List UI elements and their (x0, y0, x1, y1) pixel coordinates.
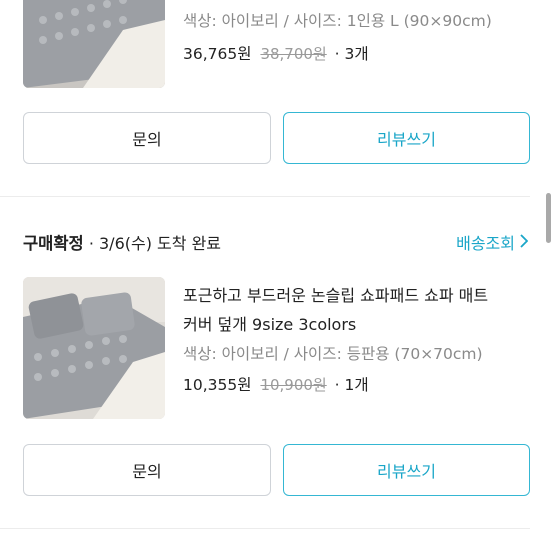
product-thumbnail[interactable] (23, 0, 165, 88)
item-price-row: 36,765원 38,700원 · 3개 (183, 42, 369, 64)
item-quantity: · 1개 (334, 376, 369, 394)
write-review-button[interactable]: 리뷰쓰기 (283, 112, 530, 164)
item-option: 색상: 아이보리 / 사이즈: 1인용 L (90×90cm) (183, 12, 492, 30)
section-divider (0, 196, 530, 197)
inquiry-button[interactable]: 문의 (23, 112, 271, 164)
track-shipment-label: 배송조회 (456, 234, 515, 253)
item-price: 36,765원 (183, 45, 252, 63)
product-thumbnail[interactable] (23, 277, 165, 419)
track-shipment-link[interactable]: 배송조회 (456, 230, 529, 254)
item-quantity: · 3개 (334, 45, 369, 63)
product-title-line-2[interactable]: 커버 덮개 9size 3colors (183, 311, 356, 335)
inquiry-button[interactable]: 문의 (23, 444, 271, 496)
section-divider (0, 528, 530, 529)
write-review-button[interactable]: 리뷰쓰기 (283, 444, 530, 496)
chevron-right-icon (519, 233, 529, 252)
sofa-pad-image (23, 0, 165, 88)
scrollbar-thumb[interactable] (546, 193, 551, 243)
item-price-row: 10,355원 10,900원 · 1개 (183, 373, 369, 395)
order-status-detail: · 3/6(수) 도착 완료 (88, 234, 222, 253)
order-status: 구매확정 (23, 234, 84, 253)
order-status-row: 구매확정 · 3/6(수) 도착 완료 배송조회 (23, 230, 529, 254)
item-original-price: 38,700원 (260, 45, 327, 63)
item-price: 10,355원 (183, 376, 252, 394)
product-title-line-1[interactable]: 포근하고 부드러운 논슬립 쇼파패드 쇼파 매트 (183, 282, 488, 306)
item-original-price: 10,900원 (260, 376, 327, 394)
item-option: 색상: 아이보리 / 사이즈: 등판용 (70×70cm) (183, 345, 483, 363)
sofa-pad-image (23, 277, 165, 419)
